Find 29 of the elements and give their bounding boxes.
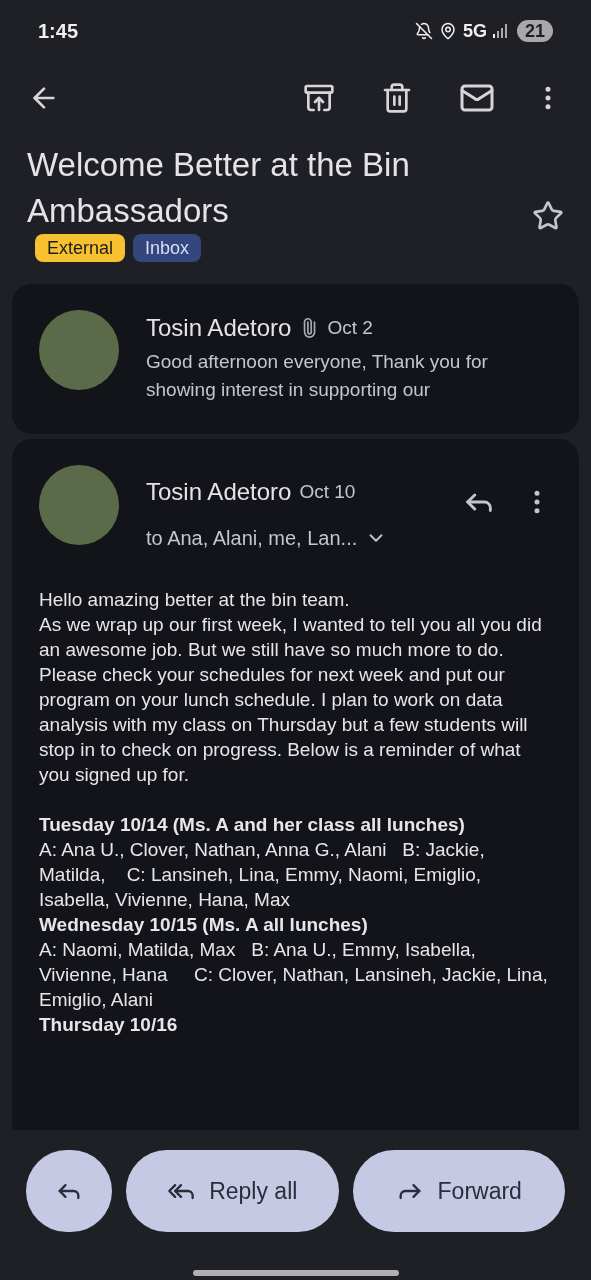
sender-name: Tosin Adetoro [146,313,292,343]
network-type: 5G [462,19,487,43]
body-paragraph: As we wrap up our first week, I wanted to tell you all you did an awesome job. But we still have so much more to do. Please check your schedules for next week and put our program on your lunch schedule. I plan to work on data analysis with my class on Thursday but a few students will stop in to check on progress. Below is a reminder of what you signed up for. [39,613,543,787]
status-time: 1:45 [38,19,79,44]
email-subject: Welcome Better at the Bin Ambassadors [27,145,411,231]
message-card[interactable]: Tosin Adetoro Oct 2 Good afternoon everyone, Thank you for showing interest in supporting our [12,284,579,434]
mute-icon [414,22,433,40]
location-icon [438,22,457,40]
star-icon[interactable] [532,200,564,232]
reply-all-button[interactable]: Reply all [126,1150,339,1232]
body-paragraph: A: Ana U., Clover, Nathan, Anna G., Alani B: Jackie, Matilda, C: Lansineh, Lina, Emmy, Naomi, Emiglio, Isabella, Vivienne, Hana, Max [39,838,486,912]
body-paragraph: A: Naomi, Matilda, Max B: Ana U., Emmy, Isabella, Vivienne, Hana C: Clover, Nathan, Lansineh, Jackie, Lina, Emiglio, Alani [39,938,549,1012]
message-date: Oct 2 [327,315,373,340]
schedule-heading: Wednesday 10/15 (Ms. A all lunches) [39,913,369,937]
label-tag: Inbox [133,234,202,262]
schedule-heading: Tuesday 10/14 (Ms. A and her class all lunches) [39,813,466,837]
archive-icon[interactable] [303,82,335,114]
message-snippet: Good afternoon everyone, Thank you for showing interest in supporting our [146,350,489,402]
label-tag: External [35,234,126,262]
schedule-heading: Thursday 10/16 [39,1013,179,1037]
message-card[interactable] [12,439,579,1130]
battery-indicator: 21 [516,20,553,42]
signal-icon [492,24,507,38]
sender-name: Tosin Adetoro [146,477,292,507]
recipients: to Ana, Alani, me, Lan... [146,526,358,551]
body-paragraph: Hello amazing better at the bin team. [39,588,351,612]
forward-button[interactable]: Forward [352,1150,565,1232]
delete-icon[interactable] [381,82,413,114]
message-date: Oct 10 [299,479,356,504]
